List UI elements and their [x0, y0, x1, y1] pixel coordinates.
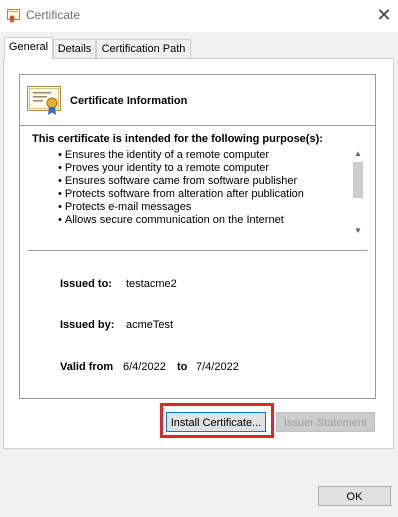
issued-by-value: acmeTest [126, 319, 174, 331]
general-panel: Certificate Information This certificate… [3, 58, 394, 449]
divider [28, 250, 367, 251]
certificate-info-heading: Certificate Information [70, 95, 188, 107]
list-item: Protects software from alteration after … [58, 188, 348, 201]
issued-to-label: Issued to: [60, 278, 112, 290]
close-icon[interactable]: ✕ [372, 4, 396, 28]
list-item: Protects e-mail messages [58, 201, 348, 214]
chevron-up-icon[interactable]: ▲ [351, 148, 365, 160]
certificate-info-box: Certificate Information This certificate… [19, 74, 376, 399]
list-item: Ensures the identity of a remote compute… [58, 149, 348, 162]
certificate-icon [7, 9, 20, 23]
window-title: Certificate [26, 8, 81, 22]
certificate-icon [27, 86, 61, 115]
valid-from-label: Valid from [60, 361, 114, 373]
purpose-heading: This certificate is intended for the fol… [32, 133, 323, 145]
tab-general[interactable]: General [4, 37, 53, 59]
issued-to-value: testacme2 [126, 278, 177, 290]
title-bar: Certificate ✕ [0, 0, 398, 32]
list-item: Proves your identity to a remote compute… [58, 162, 348, 175]
divider [20, 125, 375, 126]
tab-certification-path[interactable]: Certification Path [96, 39, 191, 58]
list-item: Ensures software came from software publ… [58, 175, 348, 188]
ok-button[interactable]: OK [318, 486, 391, 506]
purpose-scrollbar[interactable]: ▲ ▼ [351, 148, 365, 237]
tab-details[interactable]: Details [53, 39, 96, 58]
issuer-statement-button[interactable]: Issuer Statement [276, 412, 375, 432]
purpose-list: Ensures the identity of a remote compute… [58, 149, 348, 227]
install-certificate-button[interactable]: Install Certificate... [166, 412, 266, 432]
scrollbar-thumb[interactable] [353, 162, 363, 198]
valid-from-value: 6/4/2022 [123, 361, 166, 373]
issued-by-label: Issued by: [60, 319, 115, 331]
valid-to-value: 7/4/2022 [196, 361, 239, 373]
chevron-down-icon[interactable]: ▼ [351, 225, 365, 237]
valid-to-label: to [177, 361, 188, 373]
list-item: Allows secure communication on the Inter… [58, 214, 348, 227]
